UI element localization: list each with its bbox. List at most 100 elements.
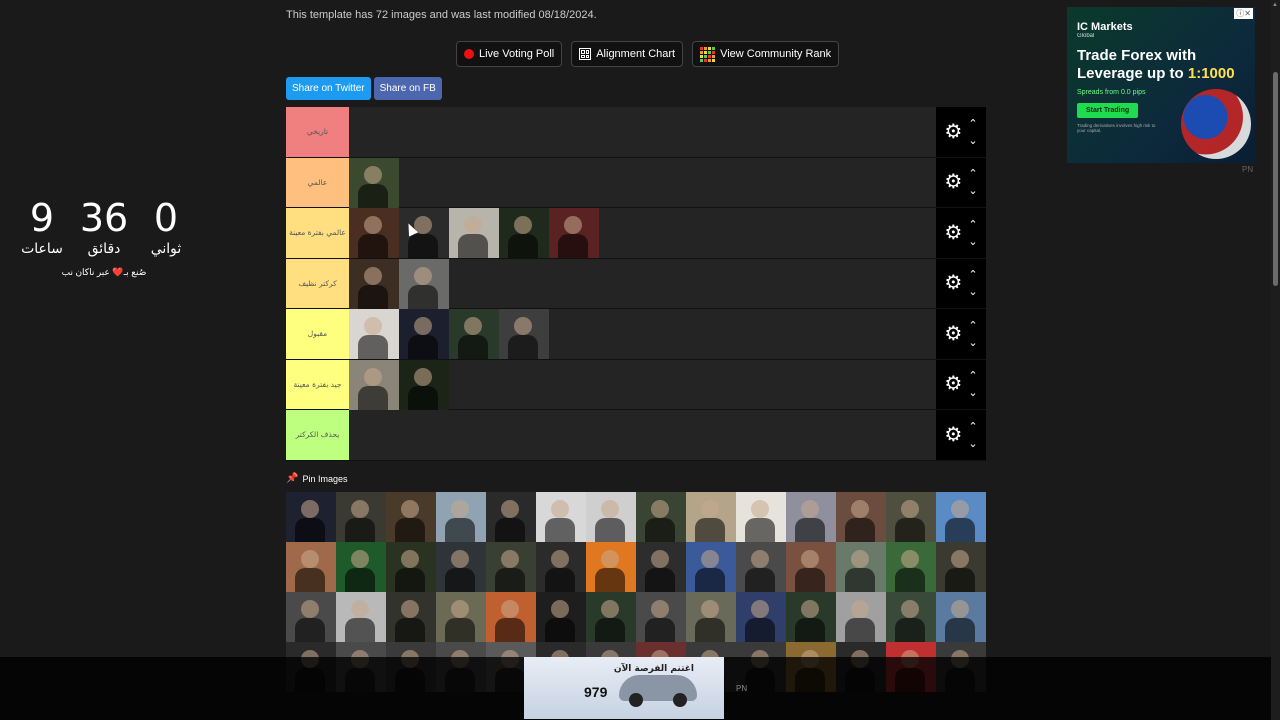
ad-bottom[interactable]: اغتنم الفرصة الآن 979	[524, 657, 724, 719]
pool-thumbnail[interactable]	[286, 542, 336, 592]
pool-thumbnail[interactable]	[636, 592, 686, 642]
pool-thumbnail[interactable]	[736, 542, 786, 592]
pin-images-toggle[interactable]: 📌 Pin Images	[286, 473, 347, 484]
gear-icon[interactable]: ⚙	[944, 374, 962, 394]
pool-thumbnail[interactable]	[386, 542, 436, 592]
share-twitter-button[interactable]: Share on Twitter	[286, 77, 371, 100]
ad-right[interactable]: ⓘ✕ IC Markets Global Trade Forex with Le…	[1067, 7, 1255, 163]
pool-thumbnail[interactable]	[336, 542, 386, 592]
community-rank-button[interactable]: View Community Rank	[692, 41, 840, 67]
alignment-chart-button[interactable]: Alignment Chart	[571, 41, 684, 67]
pool-thumbnail[interactable]	[686, 592, 736, 642]
chevron-up-icon[interactable]: ⌃	[968, 165, 977, 182]
character-thumbnail[interactable]	[499, 208, 549, 258]
pool-thumbnail[interactable]	[436, 592, 486, 642]
pool-thumbnail[interactable]	[286, 592, 336, 642]
character-thumbnail[interactable]	[399, 309, 449, 359]
chevron-down-icon[interactable]: ⌄	[968, 233, 977, 250]
pool-thumbnail[interactable]	[386, 492, 436, 542]
pool-thumbnail[interactable]	[886, 592, 936, 642]
pool-thumbnail[interactable]	[936, 542, 986, 592]
pool-thumbnail[interactable]	[886, 542, 936, 592]
pool-thumbnail[interactable]	[836, 492, 886, 542]
character-thumbnail[interactable]	[349, 359, 399, 410]
gear-icon[interactable]: ⚙	[944, 122, 962, 142]
pool-thumbnail[interactable]	[336, 592, 386, 642]
share-fb-button[interactable]: Share on FB	[373, 77, 442, 100]
pool-thumbnail[interactable]	[836, 592, 886, 642]
character-thumbnail[interactable]	[399, 359, 449, 410]
character-thumbnail[interactable]	[499, 309, 549, 359]
tier-controls: ⚙ ⌃ ⌄	[936, 157, 986, 207]
character-thumbnail[interactable]	[349, 208, 399, 258]
chevron-up-icon[interactable]: ⌃	[968, 418, 977, 435]
gear-icon[interactable]: ⚙	[944, 425, 962, 445]
tier-label[interactable]: يحذف الكركتر	[286, 410, 349, 460]
pool-thumbnail[interactable]	[536, 592, 586, 642]
pool-thumbnail[interactable]	[936, 492, 986, 542]
pool-thumbnail[interactable]	[336, 492, 386, 542]
ad-brand-name: IC Markets	[1077, 21, 1133, 33]
pool-thumbnail[interactable]	[486, 492, 536, 542]
gear-icon[interactable]: ⚙	[944, 223, 962, 243]
character-thumbnail[interactable]	[449, 309, 499, 359]
pool-thumbnail[interactable]	[536, 542, 586, 592]
live-voting-button[interactable]: Live Voting Poll	[456, 41, 563, 67]
chevron-down-icon[interactable]: ⌄	[968, 334, 977, 351]
pool-thumbnail[interactable]	[436, 542, 486, 592]
pool-thumbnail[interactable]	[586, 542, 636, 592]
pool-thumbnail[interactable]	[886, 492, 936, 542]
chevron-down-icon[interactable]: ⌄	[968, 435, 977, 452]
character-thumbnail[interactable]	[549, 208, 599, 258]
pool-thumbnail[interactable]	[486, 592, 536, 642]
chevron-up-icon[interactable]: ⌃	[968, 367, 977, 384]
character-thumbnail[interactable]	[449, 208, 499, 258]
ad-bottom-pn: PN	[736, 684, 748, 693]
pool-thumbnail[interactable]	[586, 492, 636, 542]
tier-label[interactable]: عالمي بفترة معينة	[286, 208, 349, 258]
pool-thumbnail[interactable]	[586, 592, 636, 642]
tier-label[interactable]: جيد بفترة معينة	[286, 359, 349, 409]
minutes-value: 36	[79, 196, 129, 240]
pool-thumbnail[interactable]	[786, 592, 836, 642]
character-thumbnail[interactable]	[349, 309, 399, 359]
pool-thumbnail[interactable]	[686, 492, 736, 542]
pool-thumbnail[interactable]	[786, 492, 836, 542]
pool-thumbnail[interactable]	[286, 492, 336, 542]
ad-close-icon[interactable]: ⓘ✕	[1234, 8, 1253, 19]
chevron-down-icon[interactable]: ⌄	[968, 283, 977, 300]
pool-thumbnail[interactable]	[936, 592, 986, 642]
pool-thumbnail[interactable]	[636, 492, 686, 542]
tier-label[interactable]: تاريخي	[286, 107, 349, 157]
tier-label[interactable]: عالمي	[286, 157, 349, 207]
character-thumbnail[interactable]	[399, 258, 449, 309]
scroll-up-icon[interactable]: ▲	[1272, 2, 1278, 8]
scrollbar-thumb[interactable]	[1273, 72, 1278, 286]
chevron-down-icon[interactable]: ⌄	[968, 182, 977, 199]
pool-thumbnail[interactable]	[736, 592, 786, 642]
chevron-down-icon[interactable]: ⌄	[968, 384, 977, 401]
pool-thumbnail[interactable]	[486, 542, 536, 592]
chevron-up-icon[interactable]: ⌃	[968, 115, 977, 132]
chevron-up-icon[interactable]: ⌃	[968, 317, 977, 334]
pool-thumbnail[interactable]	[686, 542, 736, 592]
tier-label[interactable]: كركتر نظيف	[286, 258, 349, 308]
pool-thumbnail[interactable]	[836, 542, 886, 592]
pool-thumbnail[interactable]	[786, 542, 836, 592]
chevron-up-icon[interactable]: ⌃	[968, 266, 977, 283]
gear-icon[interactable]: ⚙	[944, 172, 962, 192]
gear-icon[interactable]: ⚙	[944, 324, 962, 344]
ad-start-trading-button[interactable]: Start Trading	[1077, 103, 1139, 118]
pool-thumbnail[interactable]	[436, 492, 486, 542]
chevron-up-icon[interactable]: ⌃	[968, 216, 977, 233]
scrollbar[interactable]: ▲	[1271, 0, 1280, 720]
gear-icon[interactable]: ⚙	[944, 273, 962, 293]
pool-thumbnail[interactable]	[636, 542, 686, 592]
character-thumbnail[interactable]	[349, 258, 399, 309]
pool-thumbnail[interactable]	[736, 492, 786, 542]
pool-thumbnail[interactable]	[386, 592, 436, 642]
character-thumbnail[interactable]	[349, 157, 399, 208]
pool-thumbnail[interactable]	[536, 492, 586, 542]
chevron-down-icon[interactable]: ⌄	[968, 132, 977, 149]
tier-label[interactable]: مقبول	[286, 309, 349, 359]
